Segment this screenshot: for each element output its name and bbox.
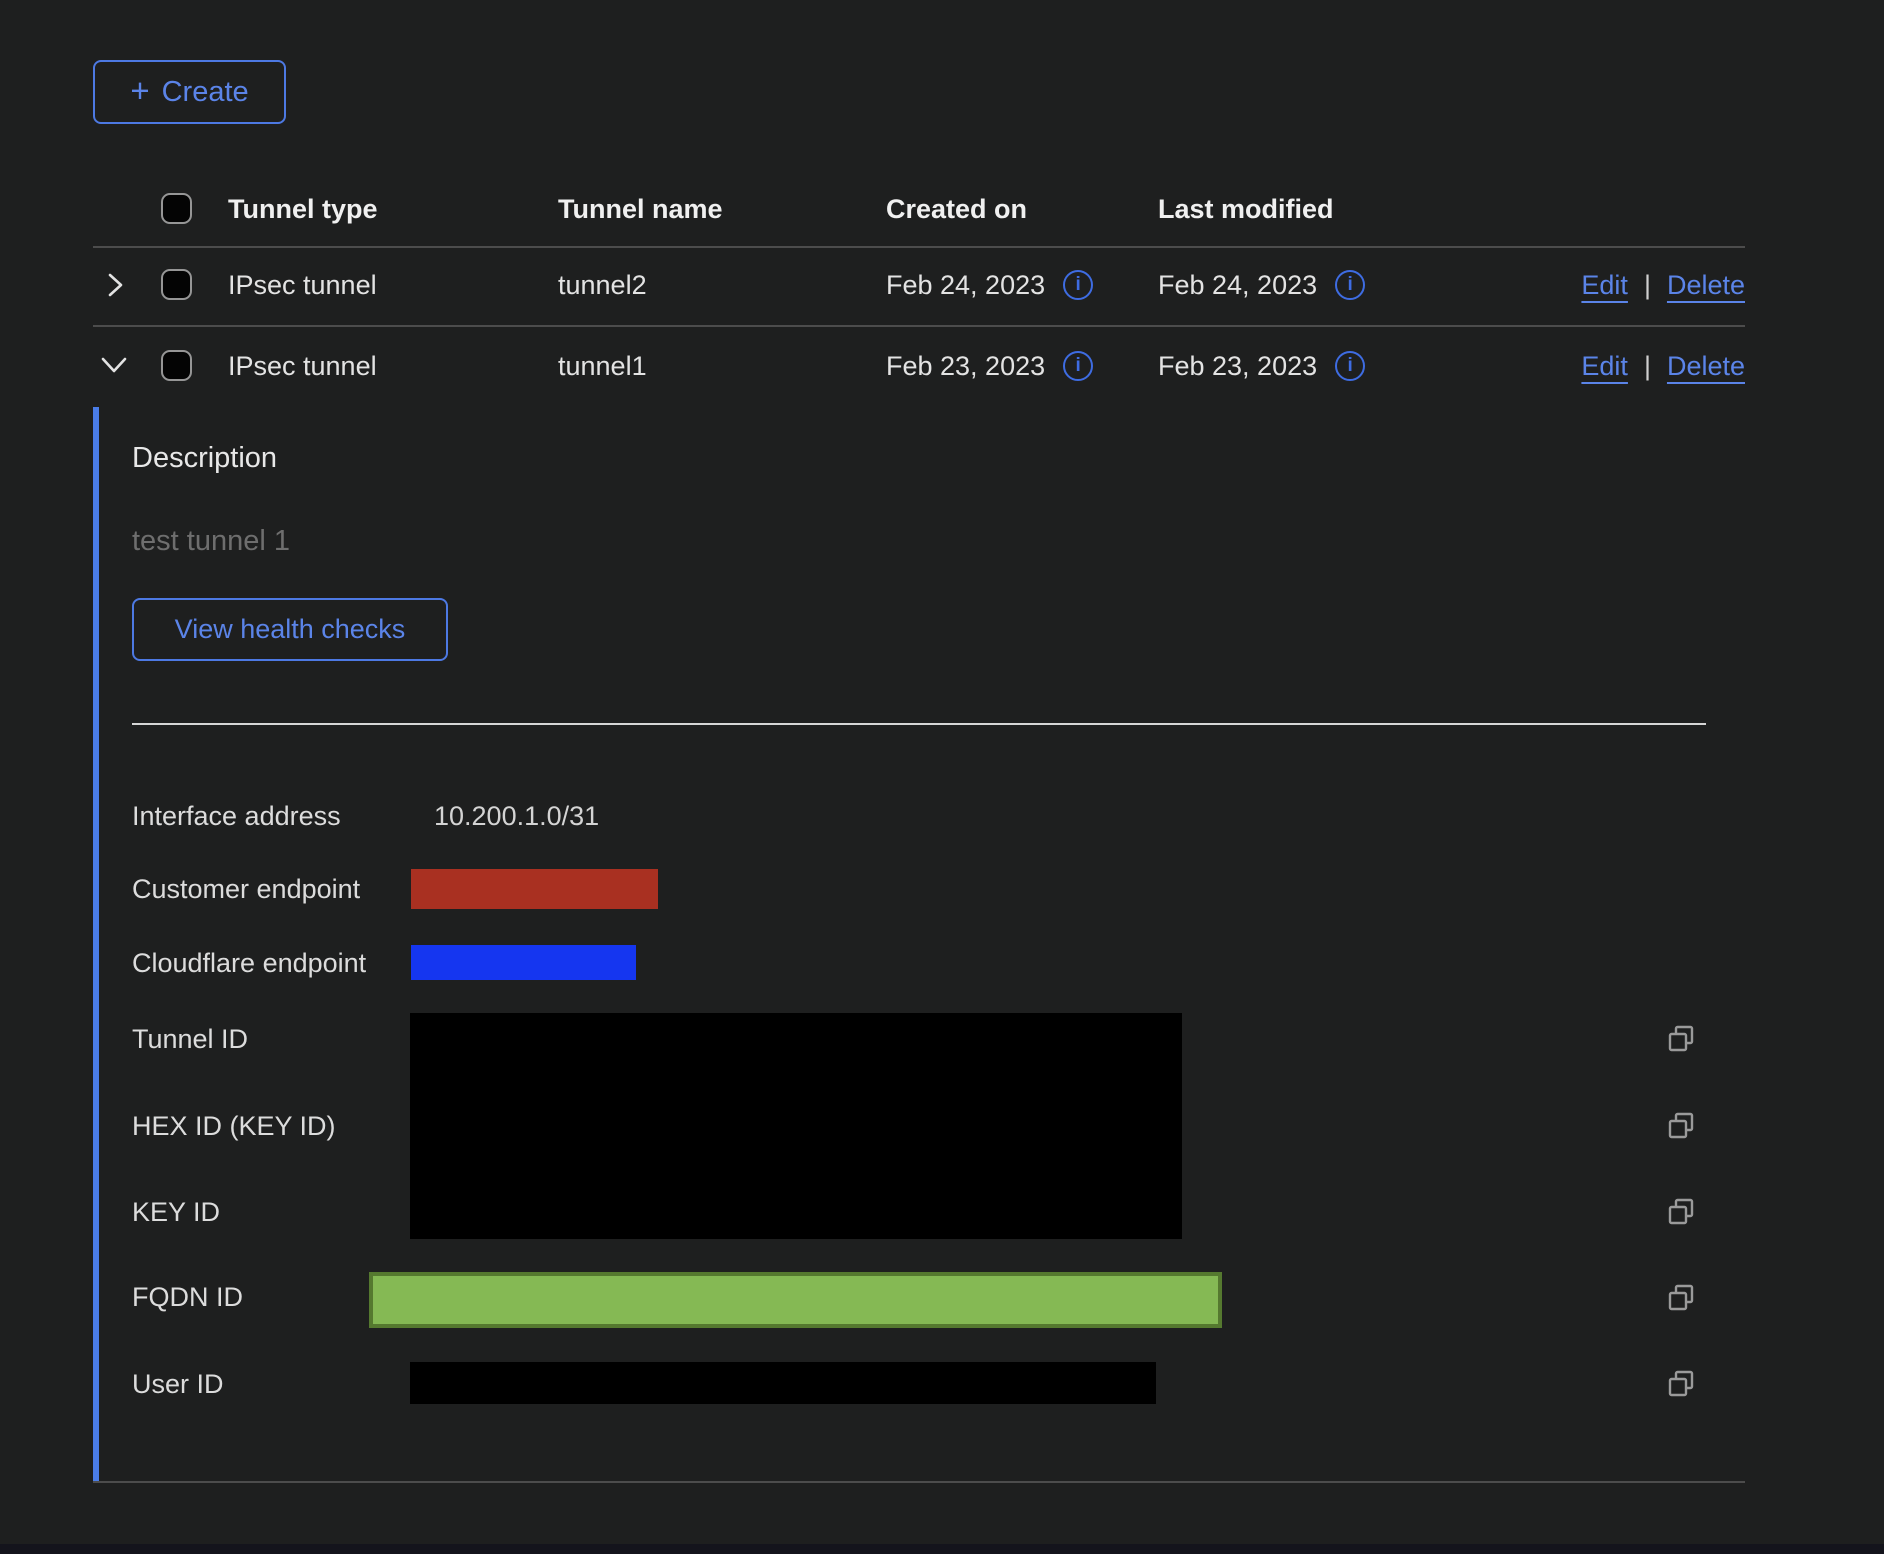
- cell-tunnel-name: tunnel2: [558, 267, 647, 303]
- column-header-tunnel-type: Tunnel type: [228, 190, 378, 228]
- cell-last-modified: Feb 24, 2023 i: [1158, 267, 1365, 303]
- cell-tunnel-name: tunnel1: [558, 348, 647, 384]
- cloudflare-endpoint-redaction: [411, 945, 636, 980]
- row-actions: Edit | Delete: [1581, 348, 1745, 384]
- copy-icon[interactable]: [1666, 1111, 1696, 1141]
- row-expand-chevron-right-icon[interactable]: [100, 270, 130, 305]
- last-modified-value: Feb 23, 2023: [1158, 348, 1317, 384]
- expanded-row-accent-bar: [93, 407, 99, 1481]
- table-bottom-divider: [93, 1481, 1745, 1483]
- field-label-interface-address: Interface address: [132, 799, 341, 833]
- cell-last-modified: Feb 23, 2023 i: [1158, 348, 1365, 384]
- info-icon[interactable]: i: [1063, 270, 1093, 300]
- copy-icon[interactable]: [1666, 1369, 1696, 1399]
- copy-icon[interactable]: [1666, 1024, 1696, 1054]
- create-button[interactable]: + Create: [93, 60, 286, 124]
- created-on-value: Feb 23, 2023: [886, 348, 1045, 384]
- row-checkbox[interactable]: [161, 350, 192, 381]
- edit-link[interactable]: Edit: [1581, 267, 1628, 303]
- row-actions: Edit | Delete: [1581, 267, 1745, 303]
- column-header-last-modified: Last modified: [1158, 190, 1334, 228]
- ids-redaction: [410, 1013, 1182, 1239]
- row-checkbox[interactable]: [161, 269, 192, 300]
- column-header-created-on: Created on: [886, 190, 1027, 228]
- row-collapse-chevron-down-icon[interactable]: [98, 352, 130, 383]
- field-label-customer-endpoint: Customer endpoint: [132, 872, 360, 906]
- field-label-user-id: User ID: [132, 1367, 224, 1401]
- bottom-page-strip: [0, 1544, 1884, 1554]
- cell-created-on: Feb 24, 2023 i: [886, 267, 1093, 303]
- select-all-checkbox[interactable]: [161, 193, 192, 224]
- field-label-hex-id: HEX ID (KEY ID): [132, 1109, 336, 1143]
- info-icon[interactable]: i: [1335, 270, 1365, 300]
- fqdn-id-redaction: [369, 1272, 1222, 1328]
- cell-tunnel-type: IPsec tunnel: [228, 267, 377, 303]
- field-value-interface-address: 10.200.1.0/31: [434, 799, 599, 833]
- info-icon[interactable]: i: [1335, 351, 1365, 381]
- row-divider: [93, 325, 1745, 327]
- user-id-redaction: [410, 1362, 1156, 1404]
- description-value: test tunnel 1: [132, 525, 290, 558]
- delete-link[interactable]: Delete: [1667, 267, 1745, 303]
- description-label: Description: [132, 442, 277, 475]
- detail-divider: [132, 723, 1706, 725]
- plus-icon: +: [130, 74, 149, 107]
- cell-tunnel-type: IPsec tunnel: [228, 348, 377, 384]
- delete-link[interactable]: Delete: [1667, 348, 1745, 384]
- field-label-cloudflare-endpoint: Cloudflare endpoint: [132, 946, 366, 980]
- last-modified-value: Feb 24, 2023: [1158, 267, 1317, 303]
- info-icon[interactable]: i: [1063, 351, 1093, 381]
- copy-icon[interactable]: [1666, 1197, 1696, 1227]
- column-header-tunnel-name: Tunnel name: [558, 190, 723, 228]
- created-on-value: Feb 24, 2023: [886, 267, 1045, 303]
- header-divider: [93, 246, 1745, 248]
- field-label-key-id: KEY ID: [132, 1195, 220, 1229]
- view-health-checks-label: View health checks: [175, 614, 406, 645]
- customer-endpoint-redaction: [411, 869, 658, 909]
- field-label-tunnel-id: Tunnel ID: [132, 1022, 248, 1056]
- edit-link[interactable]: Edit: [1581, 348, 1628, 384]
- field-label-fqdn-id: FQDN ID: [132, 1280, 243, 1314]
- actions-separator: |: [1644, 348, 1651, 384]
- actions-separator: |: [1644, 267, 1651, 303]
- copy-icon[interactable]: [1666, 1283, 1696, 1313]
- view-health-checks-button[interactable]: View health checks: [132, 598, 448, 661]
- cell-created-on: Feb 23, 2023 i: [886, 348, 1093, 384]
- create-button-label: Create: [162, 76, 249, 109]
